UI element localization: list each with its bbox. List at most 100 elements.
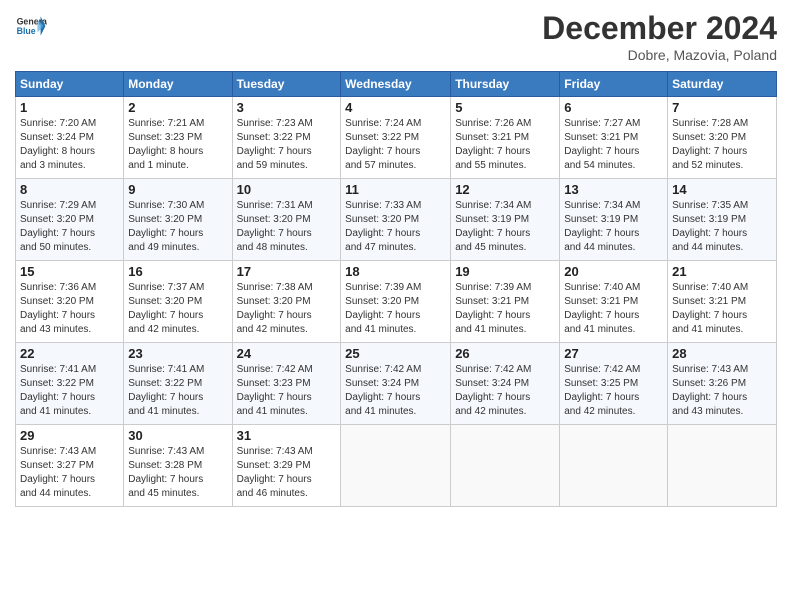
day-info: Sunrise: 7:43 AMSunset: 3:28 PMDaylight:… bbox=[128, 446, 204, 499]
day-info: Sunrise: 7:28 AMSunset: 3:20 PMDaylight:… bbox=[672, 118, 748, 171]
day-number: 26 bbox=[455, 346, 555, 361]
day-number: 23 bbox=[128, 346, 227, 361]
day-number: 15 bbox=[20, 264, 119, 279]
day-cell-1: 1 Sunrise: 7:20 AMSunset: 3:24 PMDaylight… bbox=[16, 97, 124, 179]
day-cell-6: 6Sunrise: 7:27 AMSunset: 3:21 PMDaylight… bbox=[560, 97, 668, 179]
day-number: 9 bbox=[128, 182, 227, 197]
day-cell-11: 11 Sunrise: 7:33 AMSunset: 3:20 PMDayligh… bbox=[341, 179, 451, 261]
page-container: General Blue December 2024 Dobre, Mazovi… bbox=[0, 0, 792, 517]
day-info: Sunrise: 7:43 AMSunset: 3:27 PMDaylight:… bbox=[20, 446, 96, 499]
day-info: Sunrise: 7:31 AMSunset: 3:20 PMDaylight:… bbox=[237, 200, 313, 253]
day-info: Sunrise: 7:42 AMSunset: 3:25 PMDaylight:… bbox=[564, 364, 640, 417]
day-cell-31: 31 Sunrise: 7:43 AMSunset: 3:29 PMDayligh… bbox=[232, 425, 341, 507]
day-number: 29 bbox=[20, 428, 119, 443]
day-cell-9: 9Sunrise: 7:30 AMSunset: 3:20 PMDaylight… bbox=[124, 179, 232, 261]
day-cell-21: 21 Sunrise: 7:40 AMSunset: 3:21 PMDayligh… bbox=[668, 261, 777, 343]
col-header-sunday: Sunday bbox=[16, 72, 124, 97]
day-number: 24 bbox=[237, 346, 337, 361]
day-info: Sunrise: 7:24 AMSunset: 3:22 PMDaylight:… bbox=[345, 118, 421, 171]
day-info: Sunrise: 7:40 AMSunset: 3:21 PMDaylight:… bbox=[672, 282, 748, 335]
day-number: 12 bbox=[455, 182, 555, 197]
month-title: December 2024 bbox=[542, 10, 777, 47]
day-number: 27 bbox=[564, 346, 663, 361]
day-number: 2 bbox=[128, 100, 227, 115]
day-info: Sunrise: 7:43 AMSunset: 3:29 PMDaylight:… bbox=[237, 446, 313, 499]
day-number: 31 bbox=[237, 428, 337, 443]
col-header-monday: Monday bbox=[124, 72, 232, 97]
day-cell-8: 8Sunrise: 7:29 AMSunset: 3:20 PMDaylight… bbox=[16, 179, 124, 261]
day-number: 7 bbox=[672, 100, 772, 115]
day-cell-17: 17Sunrise: 7:38 AMSunset: 3:20 PMDayligh… bbox=[232, 261, 341, 343]
calendar-week-4: 22 Sunrise: 7:41 AMSunset: 3:22 PMDayligh… bbox=[16, 343, 777, 425]
day-number: 21 bbox=[672, 264, 772, 279]
day-number: 22 bbox=[20, 346, 119, 361]
day-number: 10 bbox=[237, 182, 337, 197]
day-cell-22: 22 Sunrise: 7:41 AMSunset: 3:22 PMDayligh… bbox=[16, 343, 124, 425]
svg-text:Blue: Blue bbox=[17, 26, 36, 36]
day-info: Sunrise: 7:39 AMSunset: 3:20 PMDaylight:… bbox=[345, 282, 421, 335]
calendar-week-1: 1 Sunrise: 7:20 AMSunset: 3:24 PMDaylight… bbox=[16, 97, 777, 179]
day-cell-15: 15 Sunrise: 7:36 AMSunset: 3:20 PMDayligh… bbox=[16, 261, 124, 343]
day-info: Sunrise: 7:27 AMSunset: 3:21 PMDaylight:… bbox=[564, 118, 640, 171]
logo-icon: General Blue bbox=[15, 10, 47, 42]
calendar-week-2: 8Sunrise: 7:29 AMSunset: 3:20 PMDaylight… bbox=[16, 179, 777, 261]
day-info: Sunrise: 7:41 AMSunset: 3:22 PMDaylight:… bbox=[20, 364, 96, 417]
day-cell-30: 30 Sunrise: 7:43 AMSunset: 3:28 PMDayligh… bbox=[124, 425, 232, 507]
day-cell-20: 20 Sunrise: 7:40 AMSunset: 3:21 PMDayligh… bbox=[560, 261, 668, 343]
day-cell-4: 4 Sunrise: 7:24 AMSunset: 3:22 PMDaylight… bbox=[341, 97, 451, 179]
day-cell-5: 5 Sunrise: 7:26 AMSunset: 3:21 PMDaylight… bbox=[451, 97, 560, 179]
day-info: Sunrise: 7:40 AMSunset: 3:21 PMDaylight:… bbox=[564, 282, 640, 335]
day-number: 5 bbox=[455, 100, 555, 115]
day-number: 28 bbox=[672, 346, 772, 361]
col-header-thursday: Thursday bbox=[451, 72, 560, 97]
day-info: Sunrise: 7:39 AMSunset: 3:21 PMDaylight:… bbox=[455, 282, 531, 335]
day-number: 11 bbox=[345, 182, 446, 197]
day-info: Sunrise: 7:37 AMSunset: 3:20 PMDaylight:… bbox=[128, 282, 204, 335]
logo: General Blue bbox=[15, 10, 47, 42]
day-info: Sunrise: 7:20 AMSunset: 3:24 PMDaylight:… bbox=[20, 118, 96, 171]
title-block: December 2024 Dobre, Mazovia, Poland bbox=[542, 10, 777, 63]
day-info: Sunrise: 7:35 AMSunset: 3:19 PMDaylight:… bbox=[672, 200, 748, 253]
day-number: 30 bbox=[128, 428, 227, 443]
day-info: Sunrise: 7:34 AMSunset: 3:19 PMDaylight:… bbox=[564, 200, 640, 253]
day-number: 17 bbox=[237, 264, 337, 279]
day-cell-27: 27 Sunrise: 7:42 AMSunset: 3:25 PMDayligh… bbox=[560, 343, 668, 425]
empty-cell bbox=[451, 425, 560, 507]
col-header-saturday: Saturday bbox=[668, 72, 777, 97]
day-number: 20 bbox=[564, 264, 663, 279]
day-cell-29: 29 Sunrise: 7:43 AMSunset: 3:27 PMDayligh… bbox=[16, 425, 124, 507]
header: General Blue December 2024 Dobre, Mazovi… bbox=[15, 10, 777, 63]
day-number: 25 bbox=[345, 346, 446, 361]
day-cell-13: 13 Sunrise: 7:34 AMSunset: 3:19 PMDayligh… bbox=[560, 179, 668, 261]
day-info: Sunrise: 7:21 AMSunset: 3:23 PMDaylight:… bbox=[128, 118, 204, 171]
day-cell-25: 25Sunrise: 7:42 AMSunset: 3:24 PMDayligh… bbox=[341, 343, 451, 425]
calendar-header-row: SundayMondayTuesdayWednesdayThursdayFrid… bbox=[16, 72, 777, 97]
day-info: Sunrise: 7:41 AMSunset: 3:22 PMDaylight:… bbox=[128, 364, 204, 417]
day-number: 8 bbox=[20, 182, 119, 197]
day-info: Sunrise: 7:36 AMSunset: 3:20 PMDaylight:… bbox=[20, 282, 96, 335]
day-info: Sunrise: 7:34 AMSunset: 3:19 PMDaylight:… bbox=[455, 200, 531, 253]
calendar-table: SundayMondayTuesdayWednesdayThursdayFrid… bbox=[15, 71, 777, 507]
day-info: Sunrise: 7:23 AMSunset: 3:22 PMDaylight:… bbox=[237, 118, 313, 171]
day-info: Sunrise: 7:26 AMSunset: 3:21 PMDaylight:… bbox=[455, 118, 531, 171]
day-cell-18: 18Sunrise: 7:39 AMSunset: 3:20 PMDayligh… bbox=[341, 261, 451, 343]
day-cell-14: 14Sunrise: 7:35 AMSunset: 3:19 PMDayligh… bbox=[668, 179, 777, 261]
day-number: 3 bbox=[237, 100, 337, 115]
day-cell-3: 3 Sunrise: 7:23 AMSunset: 3:22 PMDaylight… bbox=[232, 97, 341, 179]
day-info: Sunrise: 7:33 AMSunset: 3:20 PMDaylight:… bbox=[345, 200, 421, 253]
day-number: 4 bbox=[345, 100, 446, 115]
col-header-tuesday: Tuesday bbox=[232, 72, 341, 97]
day-cell-2: 2 Sunrise: 7:21 AMSunset: 3:23 PMDaylight… bbox=[124, 97, 232, 179]
calendar-week-5: 29 Sunrise: 7:43 AMSunset: 3:27 PMDayligh… bbox=[16, 425, 777, 507]
day-cell-28: 28 Sunrise: 7:43 AMSunset: 3:26 PMDayligh… bbox=[668, 343, 777, 425]
day-info: Sunrise: 7:43 AMSunset: 3:26 PMDaylight:… bbox=[672, 364, 748, 417]
day-cell-23: 23 Sunrise: 7:41 AMSunset: 3:22 PMDayligh… bbox=[124, 343, 232, 425]
day-number: 13 bbox=[564, 182, 663, 197]
day-cell-26: 26Sunrise: 7:42 AMSunset: 3:24 PMDayligh… bbox=[451, 343, 560, 425]
day-number: 19 bbox=[455, 264, 555, 279]
day-number: 1 bbox=[20, 100, 119, 115]
day-cell-7: 7 Sunrise: 7:28 AMSunset: 3:20 PMDaylight… bbox=[668, 97, 777, 179]
day-cell-19: 19 Sunrise: 7:39 AMSunset: 3:21 PMDayligh… bbox=[451, 261, 560, 343]
location-subtitle: Dobre, Mazovia, Poland bbox=[542, 47, 777, 63]
day-cell-24: 24Sunrise: 7:42 AMSunset: 3:23 PMDayligh… bbox=[232, 343, 341, 425]
